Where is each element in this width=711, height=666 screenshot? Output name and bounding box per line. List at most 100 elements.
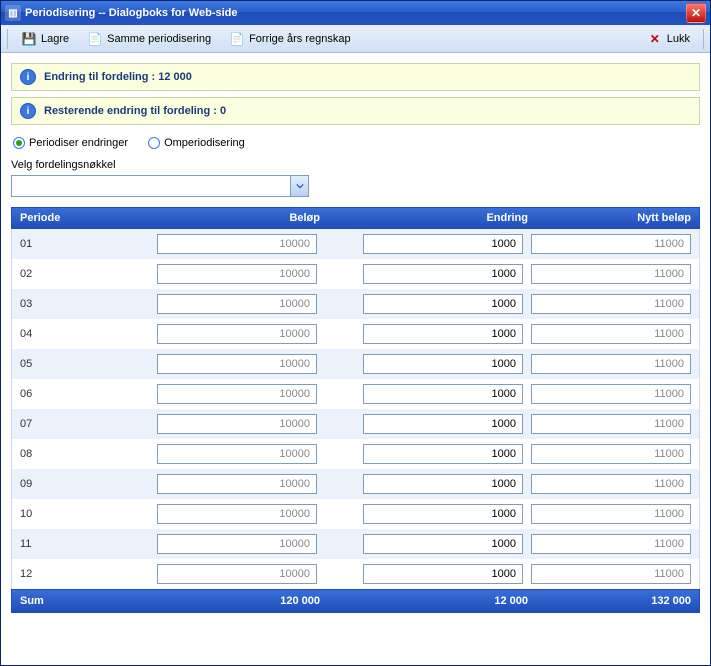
nytt-input[interactable] xyxy=(531,444,691,464)
cell-nytt xyxy=(531,474,699,494)
belop-input[interactable] xyxy=(157,414,317,434)
cell-endring xyxy=(325,414,531,434)
save-icon: 💾 xyxy=(21,31,37,47)
endring-input[interactable] xyxy=(363,354,523,374)
document-icon: 📄 xyxy=(229,31,245,47)
cell-endring xyxy=(325,534,531,554)
cell-belop xyxy=(135,264,325,284)
window-close-button[interactable]: ✕ xyxy=(686,3,706,23)
endring-input[interactable] xyxy=(363,504,523,524)
cell-periode: 05 xyxy=(12,358,135,370)
nytt-input[interactable] xyxy=(531,414,691,434)
info-remaining: i Resterende endring til fordeling : 0 xyxy=(11,97,700,125)
nytt-input[interactable] xyxy=(531,474,691,494)
endring-input[interactable] xyxy=(363,234,523,254)
cell-belop xyxy=(135,474,325,494)
radio-reperiodize[interactable]: Omperiodisering xyxy=(148,137,245,149)
cell-endring xyxy=(325,564,531,584)
footer-label: Sum xyxy=(12,595,136,607)
nytt-input[interactable] xyxy=(531,384,691,404)
belop-input[interactable] xyxy=(157,234,317,254)
same-label: Samme periodisering xyxy=(107,33,211,45)
nytt-input[interactable] xyxy=(531,504,691,524)
distribution-key-combo[interactable] xyxy=(11,175,309,197)
endring-input[interactable] xyxy=(363,534,523,554)
endring-input[interactable] xyxy=(363,294,523,314)
col-header-belop: Beløp xyxy=(136,212,328,224)
cell-belop xyxy=(135,384,325,404)
app-icon: ▥ xyxy=(5,5,21,21)
grid-body: 010203040506070809101112 xyxy=(11,229,700,589)
window-title: Periodisering -- Dialogboks for Web-side xyxy=(25,7,686,19)
nytt-input[interactable] xyxy=(531,264,691,284)
cell-belop xyxy=(135,324,325,344)
radio-periodize-label: Periodiser endringer xyxy=(29,137,128,149)
combo-dropdown-button[interactable] xyxy=(290,176,308,196)
belop-input[interactable] xyxy=(157,384,317,404)
col-header-endring: Endring xyxy=(328,212,536,224)
endring-input[interactable] xyxy=(363,474,523,494)
table-row: 12 xyxy=(12,559,699,589)
endring-input[interactable] xyxy=(363,414,523,434)
previous-year-button[interactable]: 📄 Forrige års regnskap xyxy=(224,28,356,50)
footer-nytt: 132 000 xyxy=(536,595,699,607)
cell-endring xyxy=(325,234,531,254)
save-label: Lagre xyxy=(41,33,69,45)
endring-input[interactable] xyxy=(363,384,523,404)
nytt-input[interactable] xyxy=(531,294,691,314)
dialog-window: ▥ Periodisering -- Dialogboks for Web-si… xyxy=(0,0,711,666)
cell-nytt xyxy=(531,444,699,464)
close-label: Lukk xyxy=(667,33,690,45)
cell-endring xyxy=(325,504,531,524)
cell-belop xyxy=(135,234,325,254)
belop-input[interactable] xyxy=(157,534,317,554)
combo-value[interactable] xyxy=(12,176,290,196)
belop-input[interactable] xyxy=(157,264,317,284)
belop-input[interactable] xyxy=(157,474,317,494)
belop-input[interactable] xyxy=(157,444,317,464)
cell-nytt xyxy=(531,264,699,284)
col-header-periode: Periode xyxy=(12,212,136,224)
cell-belop xyxy=(135,564,325,584)
footer-endring: 12 000 xyxy=(328,595,536,607)
nytt-input[interactable] xyxy=(531,354,691,374)
endring-input[interactable] xyxy=(363,264,523,284)
nytt-input[interactable] xyxy=(531,564,691,584)
cell-periode: 07 xyxy=(12,418,135,430)
radio-periodize[interactable]: Periodiser endringer xyxy=(13,137,128,149)
belop-input[interactable] xyxy=(157,504,317,524)
table-row: 05 xyxy=(12,349,699,379)
cell-nytt xyxy=(531,564,699,584)
grid-header: Periode Beløp Endring Nytt beløp xyxy=(11,207,700,229)
nytt-input[interactable] xyxy=(531,234,691,254)
cell-endring xyxy=(325,474,531,494)
toolbar-separator xyxy=(703,29,704,49)
grid-footer: Sum 120 000 12 000 132 000 xyxy=(11,589,700,613)
nytt-input[interactable] xyxy=(531,534,691,554)
content-area: i Endring til fordeling : 12 000 i Reste… xyxy=(1,53,710,665)
endring-input[interactable] xyxy=(363,564,523,584)
info-icon: i xyxy=(20,103,36,119)
endring-input[interactable] xyxy=(363,444,523,464)
belop-input[interactable] xyxy=(157,324,317,344)
cell-periode: 09 xyxy=(12,478,135,490)
copy-icon: 📄 xyxy=(87,31,103,47)
combo-label: Velg fordelingsnøkkel xyxy=(11,159,700,171)
save-button[interactable]: 💾 Lagre xyxy=(16,28,74,50)
belop-input[interactable] xyxy=(157,354,317,374)
belop-input[interactable] xyxy=(157,294,317,314)
close-button[interactable]: ✕ Lukk xyxy=(642,28,695,50)
endring-input[interactable] xyxy=(363,324,523,344)
cell-periode: 12 xyxy=(12,568,135,580)
belop-input[interactable] xyxy=(157,564,317,584)
radio-button-icon xyxy=(13,137,25,149)
table-row: 11 xyxy=(12,529,699,559)
table-row: 07 xyxy=(12,409,699,439)
cell-endring xyxy=(325,294,531,314)
nytt-input[interactable] xyxy=(531,324,691,344)
info-change-total: i Endring til fordeling : 12 000 xyxy=(11,63,700,91)
toolbar-separator xyxy=(7,29,8,49)
same-periodization-button[interactable]: 📄 Samme periodisering xyxy=(82,28,216,50)
cell-nytt xyxy=(531,324,699,344)
radio-button-icon xyxy=(148,137,160,149)
